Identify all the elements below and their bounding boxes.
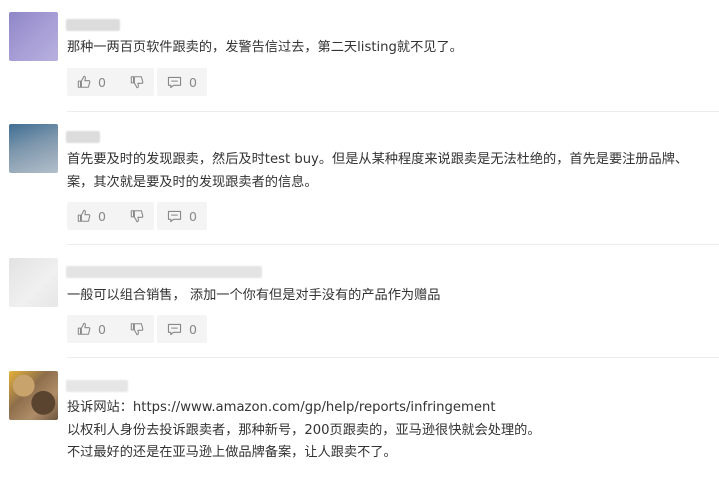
divider	[67, 244, 719, 245]
like-button[interactable]: 0	[67, 315, 127, 343]
reply-count: 0	[189, 74, 197, 90]
reply-count: 0	[189, 208, 197, 224]
comment-text: 投诉网站：https://www.amazon.com/gp/help/repo…	[67, 397, 719, 465]
comment-text-line: 一般可以组合销售， 添加一个你有但是对手没有的产品作为赠品	[67, 288, 441, 303]
dislike-button[interactable]	[120, 315, 154, 343]
dislike-button[interactable]	[120, 202, 154, 230]
comment-icon	[167, 210, 182, 222]
comment-text: 一般可以组合销售， 添加一个你有但是对手没有的产品作为赠品	[67, 285, 719, 308]
comment-text-line: 不过最好的还是在亚马逊上做品牌备案，让人跟卖不了。	[67, 445, 397, 460]
username-blurred[interactable]	[66, 380, 128, 392]
divider	[67, 111, 719, 112]
comment-icon	[167, 76, 182, 88]
dislike-button[interactable]	[120, 68, 154, 96]
thumbs-down-icon	[130, 210, 144, 223]
thumbs-up-icon	[77, 322, 91, 335]
avatar[interactable]	[9, 258, 58, 307]
avatar[interactable]	[9, 12, 58, 61]
like-count: 0	[98, 74, 106, 90]
reply-button[interactable]: 0	[157, 315, 207, 343]
like-button[interactable]: 0	[67, 68, 127, 96]
comment-icon	[167, 323, 182, 335]
comment-text: 那种一两百页软件跟卖的，发警告信过去，第二天listing就不见了。	[67, 37, 719, 60]
like-button[interactable]: 0	[67, 202, 127, 230]
avatar[interactable]	[9, 371, 58, 420]
like-count: 0	[98, 321, 106, 337]
username-blurred[interactable]	[66, 266, 262, 278]
username-blurred[interactable]	[66, 19, 120, 31]
thumbs-down-icon	[130, 76, 144, 89]
reply-button[interactable]: 0	[157, 202, 207, 230]
thumbs-down-icon	[130, 323, 144, 336]
thumbs-up-icon	[77, 209, 91, 222]
comment-text-line: 投诉网站：https://www.amazon.com/gp/help/repo…	[67, 400, 496, 415]
username-blurred[interactable]	[66, 131, 100, 143]
comment-text: 首先要及时的发现跟卖，然后及时test buy。但是从某种程度来说跟卖是无法杜绝…	[67, 149, 719, 194]
comment-text-line: 首先要及时的发现跟卖，然后及时test buy。但是从某种程度来说跟卖是无法杜绝…	[67, 152, 689, 167]
divider	[67, 357, 719, 358]
like-count: 0	[98, 208, 106, 224]
reply-count: 0	[189, 321, 197, 337]
thumbs-up-icon	[77, 75, 91, 88]
comment-text-line: 以权利人身份去投诉跟卖者，那种新号，200页跟卖的，亚马逊很快就会处理的。	[67, 422, 541, 438]
comment-text-line: 案，其次就是要及时的发现跟卖者的信息。	[67, 174, 318, 190]
comment-text-line: 那种一两百页软件跟卖的，发警告信过去，第二天listing就不见了。	[67, 40, 463, 55]
avatar[interactable]	[9, 124, 58, 173]
reply-button[interactable]: 0	[157, 68, 207, 96]
